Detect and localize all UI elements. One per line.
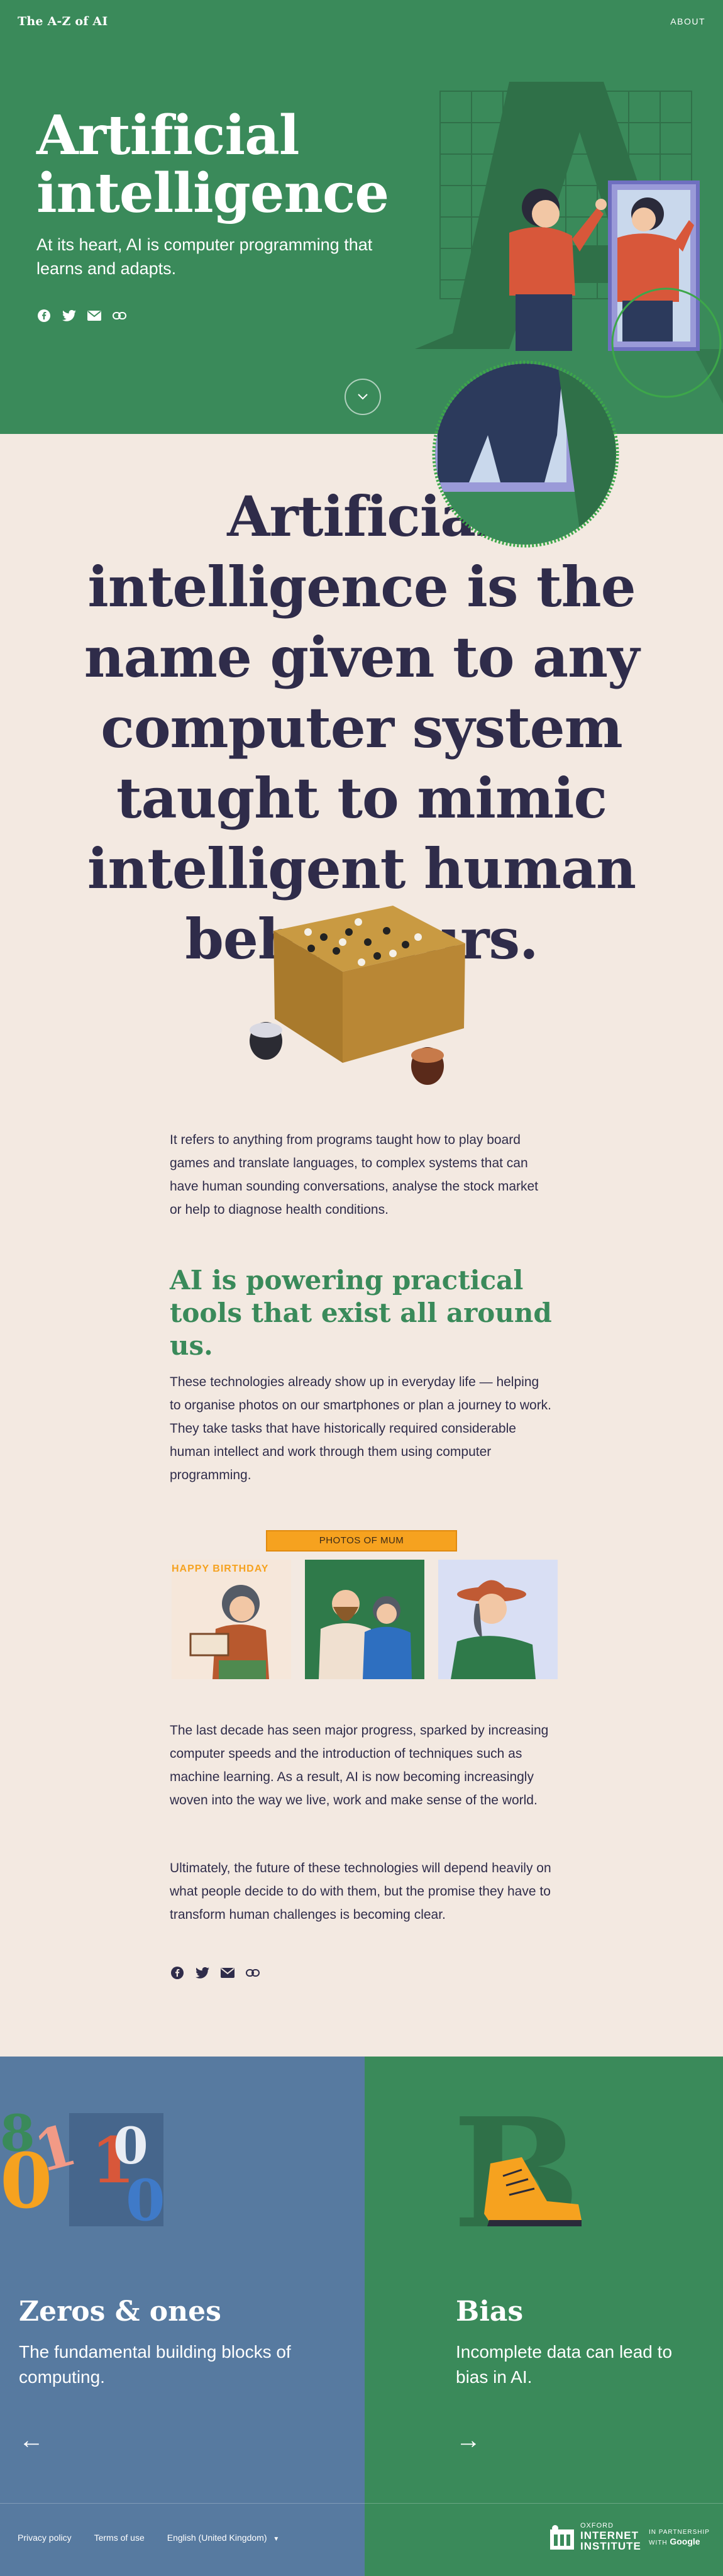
hero-share-bar: [36, 308, 127, 323]
privacy-policy-link[interactable]: Privacy policy: [18, 2533, 72, 2543]
footer-links: Privacy policy Terms of use English (Uni…: [18, 2533, 279, 2543]
link-icon[interactable]: [112, 308, 127, 323]
article-share-bar: [170, 1965, 260, 1980]
footer-divider: [0, 2503, 723, 2504]
bias-illustration: B: [453, 2094, 582, 2245]
twitter-icon[interactable]: [62, 308, 77, 323]
language-selector[interactable]: English (United Kingdom) ▼: [167, 2533, 280, 2543]
facebook-icon[interactable]: [36, 308, 52, 323]
chevron-down-icon: [358, 394, 368, 400]
article-paragraph-4: Ultimately, the future of these technolo…: [170, 1861, 551, 1922]
twitter-icon[interactable]: [195, 1965, 210, 1980]
page-title: Artificial intelligence: [36, 104, 389, 225]
birthday-illustration: [189, 1585, 269, 1679]
google-partnership[interactable]: IN PARTNERSHIP WITH Google: [649, 2528, 710, 2548]
partner-line-2: WITH: [649, 2540, 668, 2546]
article-subhead: AI is powering practical tools that exis…: [170, 1265, 552, 1361]
google-brand: Google: [670, 2536, 700, 2546]
site-logo[interactable]: The A-Z of AI: [18, 14, 108, 28]
caret-down-icon: ▼: [273, 2536, 280, 2543]
oii-line-1: INTERNET: [580, 2529, 639, 2541]
oii-line-2: INSTITUTE: [580, 2540, 641, 2552]
hero-subtitle: At its heart, AI is computer programming…: [36, 235, 373, 278]
photo-hat: [438, 1560, 558, 1679]
next-topic-desc: Incomplete data can lead to bias in AI.: [456, 2342, 673, 2387]
top-bar: The A-Z of AI ABOUT: [18, 13, 705, 30]
scroll-down-button[interactable]: [345, 379, 381, 415]
article-paragraph-1: It refers to anything from programs taug…: [170, 1133, 539, 1217]
article-paragraph-2: These technologies already show up in ev…: [170, 1375, 552, 1482]
facebook-icon[interactable]: [170, 1965, 185, 1980]
about-link[interactable]: ABOUT: [670, 16, 705, 26]
partner-line-1: IN PARTNERSHIP: [649, 2529, 710, 2536]
oxford-internet-institute-logo[interactable]: OXFORD INTERNET INSTITUTE: [550, 2522, 641, 2551]
arrow-left-icon[interactable]: ←: [19, 2428, 44, 2453]
language-label: English (United Kingdom): [167, 2533, 267, 2543]
zeros-ones-illustration: 0 1 1 0 0 8: [0, 2104, 165, 2234]
photos-of-mum-label: PHOTOS OF MUM: [266, 1530, 457, 1552]
link-icon[interactable]: [245, 1965, 260, 1980]
oii-mark-icon: [550, 2524, 574, 2550]
prev-topic-panel[interactable]: 0 1 1 0 0 8 Zeros & ones The fundamental…: [0, 2057, 365, 2503]
photo-birthday: HAPPY BIRTHDAY: [172, 1560, 291, 1679]
prev-topic-title[interactable]: Zeros & ones: [19, 2296, 221, 2328]
svg-text:0: 0: [113, 2116, 148, 2175]
birthday-banner: HAPPY BIRTHDAY: [172, 1563, 269, 1574]
photo-couple: [305, 1560, 424, 1679]
svg-text:8: 8: [0, 2104, 35, 2163]
email-icon[interactable]: [220, 1965, 235, 1980]
board-game-illustration: [250, 906, 465, 1085]
prev-topic-desc: The fundamental building blocks of compu…: [19, 2342, 291, 2387]
arrow-right-icon[interactable]: →: [456, 2428, 481, 2453]
email-icon[interactable]: [87, 308, 102, 323]
next-topic-title[interactable]: Bias: [456, 2296, 523, 2328]
terms-of-use-link[interactable]: Terms of use: [94, 2533, 145, 2543]
article-paragraph-3: The last decade has seen major progress,…: [170, 1723, 549, 1807]
next-topic-panel[interactable]: B Bias Incomplete data can lead to bias …: [365, 2057, 723, 2503]
magnifier-illustration: [432, 360, 619, 548]
svg-text:0: 0: [126, 2167, 165, 2234]
